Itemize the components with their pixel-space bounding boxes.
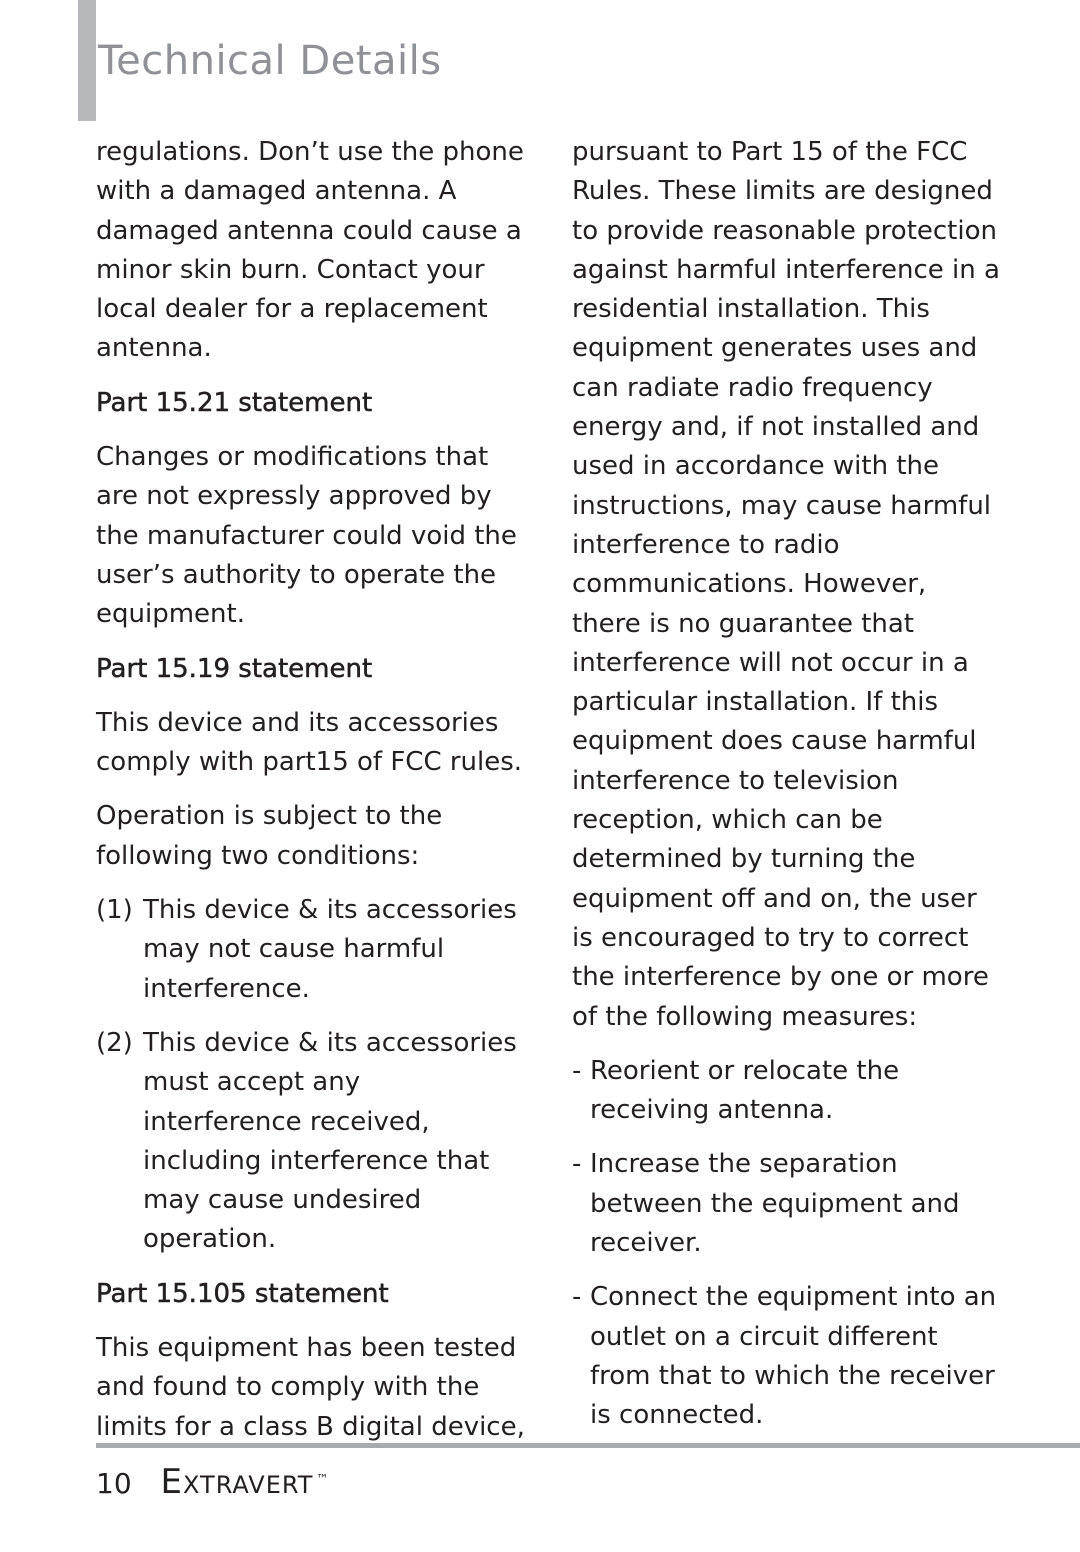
condition-number: (2) <box>96 1027 133 1058</box>
footer-rule <box>96 1443 1080 1448</box>
condition-number: (1) <box>96 895 133 926</box>
intro-paragraph: regulations. Don’t use the phone with a … <box>96 137 524 364</box>
left-column: regulations. Don’t use the phone with a … <box>96 133 526 1462</box>
measure-text: Connect the equipment into an outlet on … <box>590 1282 997 1431</box>
measure-item: - Increase the separation between the eq… <box>572 1145 1002 1263</box>
dash-bullet: - <box>572 1149 582 1180</box>
right-body-paragraph: pursuant to Part 15 of the FCC Rules. Th… <box>572 137 1000 1032</box>
measure-item: - Reorient or relocate the receiving ant… <box>572 1052 1002 1131</box>
header-side-bar <box>78 0 96 121</box>
condition-text: This device & its accessories may not ca… <box>143 895 517 1004</box>
measure-text: Increase the separation between the equi… <box>590 1149 960 1259</box>
measure-item: - Connect the equipment into an outlet o… <box>572 1278 1002 1435</box>
section-body2-part-15-19: Operation is subject to the following tw… <box>96 801 443 871</box>
footer: 10 Extravert ™ <box>96 1462 328 1502</box>
measure-text: Reorient or relocate the receiving anten… <box>590 1055 900 1126</box>
section-body-part-15-19: This device and its accessories comply w… <box>96 707 523 778</box>
condition-item: (1) This device & its accessories may no… <box>96 891 526 1009</box>
section-heading-part-15-19: Part 15.19 statement <box>96 653 373 684</box>
section-heading-part-15-21: Part 15.21 statement <box>96 387 373 419</box>
condition-item: (2) This device & its accessories must a… <box>96 1024 526 1260</box>
trademark-symbol: ™ <box>316 1471 329 1486</box>
section-body-part-15-21: Changes or modifications that are not ex… <box>96 442 517 630</box>
page-number: 10 <box>96 1467 132 1500</box>
section-body-part-15-105: This equipment has been tested and found… <box>96 1333 525 1442</box>
dash-bullet: - <box>572 1282 582 1313</box>
brand-name: Extravert <box>160 1462 314 1502</box>
section-heading-part-15-105: Part 15.105 statement <box>96 1278 389 1309</box>
right-column: pursuant to Part 15 of the FCC Rules. Th… <box>572 133 1002 1451</box>
condition-text: This device & its accessories must accep… <box>143 1027 517 1255</box>
page-title: Technical Details <box>98 38 442 84</box>
dash-bullet: - <box>572 1055 582 1086</box>
